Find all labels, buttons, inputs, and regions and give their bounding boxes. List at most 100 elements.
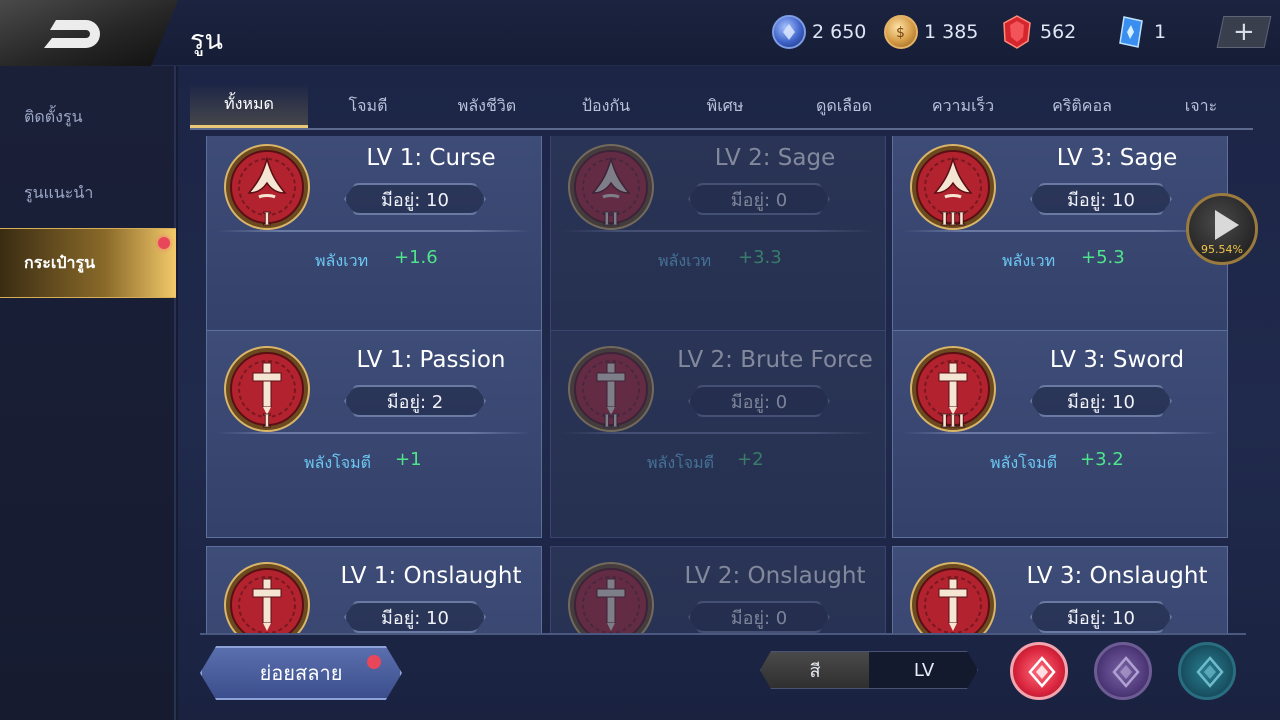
tier-numeral: II — [603, 411, 620, 432]
tab-attack[interactable]: โจมตี — [309, 84, 427, 128]
curse-rune-icon: I — [223, 143, 311, 231]
play-icon — [1215, 210, 1239, 240]
rune-card[interactable]: LV 3: Onslaught มีอยู่: 10 — [892, 546, 1228, 634]
tab-defense[interactable]: ป้องกัน — [547, 84, 665, 128]
divider — [561, 432, 875, 434]
sidebar-item-recommended-runes[interactable]: รูนแนะนำ — [0, 158, 176, 228]
tier-numeral: I — [263, 209, 271, 230]
stat-value: +1 — [395, 449, 422, 470]
stat-value: +2 — [737, 449, 764, 470]
play-button[interactable]: 95.54% — [1186, 193, 1258, 265]
tab-speed[interactable]: ความเร็ว — [904, 84, 1022, 128]
currency-blue-card: 1 — [1114, 14, 1166, 50]
stat-name: พลังโจมตี — [304, 453, 372, 472]
add-currency-button[interactable]: + — [1216, 16, 1272, 48]
green-rune-filter[interactable] — [1178, 642, 1236, 700]
rune-title: LV 1: Onslaught — [340, 563, 522, 589]
currency-value: 562 — [1040, 21, 1077, 43]
dismantle-label: ย่อยสลาย — [259, 661, 343, 685]
tab-label: ดูดเลือด — [815, 95, 873, 115]
sword-rune-icon — [909, 561, 997, 634]
stat-value: +3.3 — [738, 247, 782, 268]
coupon-icon — [772, 15, 806, 49]
plus-icon: + — [1233, 17, 1255, 47]
rune-quantity: มีอยู่: 10 — [1030, 601, 1172, 633]
rune-quantity: มีอยู่: 0 — [688, 385, 830, 417]
tab-label: พิเศษ — [706, 95, 744, 115]
currency-value: 1 385 — [924, 21, 979, 43]
tier-numeral: I — [263, 411, 271, 432]
tab-label: เจาะ — [1184, 95, 1218, 115]
divider — [561, 230, 875, 232]
gold-coin-icon: $ — [884, 15, 918, 49]
sidebar-item-label: กระเป๋ารูน — [24, 252, 96, 272]
card-icon — [1114, 15, 1148, 49]
red-gem-icon — [1000, 15, 1034, 49]
rune-card[interactable]: LV 1: Onslaught มีอยู่: 10 — [206, 546, 542, 634]
sort-toggle: สี LV — [760, 651, 978, 689]
rune-card[interactable]: III LV 3: Sword มีอยู่: 10 พลังโจมตี +3.… — [892, 330, 1228, 538]
tab-label: ความเร็ว — [931, 95, 995, 115]
tier-numeral: III — [940, 209, 965, 230]
back-icon — [44, 20, 100, 48]
sword-rune-icon: II — [567, 345, 655, 433]
rune-card[interactable]: III LV 3: Sage มีอยู่: 10 พลังเวท +5.3 — [892, 136, 1228, 336]
tab-hp[interactable]: พลังชีวิต — [428, 84, 546, 128]
progress-percent: 95.54% — [1201, 243, 1243, 256]
stat-name: พลังเวท — [315, 251, 369, 270]
top-bar: รูน 2 650 $ 1 385 562 1 + — [0, 0, 1280, 70]
notification-dot — [158, 237, 170, 249]
red-rune-filter[interactable] — [1010, 642, 1068, 700]
tab-label: ทั้งหมด — [224, 94, 274, 113]
tab-label: ป้องกัน — [581, 95, 631, 115]
sidebar: ติดตั้งรูน รูนแนะนำ กระเป๋ารูน — [0, 66, 176, 720]
sidebar-item-label: ติดตั้งรูน — [24, 106, 83, 126]
sort-by-level[interactable]: LV — [870, 652, 978, 688]
stat-value: +3.2 — [1080, 449, 1124, 470]
tier-numeral: II — [603, 209, 620, 230]
tab-lifesteal[interactable]: ดูดเลือด — [785, 84, 903, 128]
rune-quantity: มีอยู่: 10 — [344, 601, 486, 633]
rune-card[interactable]: LV 2: Onslaught มีอยู่: 0 — [550, 546, 886, 634]
sort-by-color[interactable]: สี — [761, 652, 869, 688]
sword-rune-icon — [567, 561, 655, 634]
sword-rune-icon: III — [909, 345, 997, 433]
rune-card[interactable]: I LV 1: Curse มีอยู่: 10 พลังเวท +1.6 — [206, 136, 542, 336]
rune-title: LV 2: Brute Force — [677, 347, 873, 373]
rune-quantity: มีอยู่: 0 — [688, 183, 830, 215]
divider — [217, 230, 531, 232]
rune-card[interactable]: II LV 2: Sage มีอยู่: 0 พลังเวท +3.3 — [550, 136, 886, 336]
tab-all[interactable]: ทั้งหมด — [190, 84, 308, 128]
tab-label: โจมตี — [348, 95, 388, 115]
curse-rune-icon: II — [567, 143, 655, 231]
back-button[interactable] — [0, 0, 178, 70]
sword-rune-icon: I — [223, 345, 311, 433]
rune-title: LV 1: Passion — [356, 347, 506, 373]
sidebar-item-rune-bag[interactable]: กระเป๋ารูน — [0, 228, 176, 298]
purple-rune-filter[interactable] — [1094, 642, 1152, 700]
rune-card[interactable]: I LV 1: Passion มีอยู่: 2 พลังโจมตี +1 — [206, 330, 542, 538]
tab-penetration[interactable]: เจาะ — [1142, 84, 1260, 128]
rune-quantity: มีอยู่: 10 — [344, 183, 486, 215]
currency-red-gem: 562 — [1000, 14, 1076, 50]
rune-grid: I LV 1: Curse มีอยู่: 10 พลังเวท +1.6 II… — [200, 136, 1246, 634]
divider — [200, 633, 1246, 635]
divider — [217, 432, 531, 434]
dismantle-button[interactable]: ย่อยสลาย — [200, 646, 402, 700]
rune-diamond-icon — [1028, 656, 1056, 688]
svg-text:$: $ — [896, 25, 905, 41]
currency-value: 2 650 — [812, 21, 867, 43]
tab-special[interactable]: พิเศษ — [666, 84, 784, 128]
tab-critical[interactable]: คริติคอล — [1023, 84, 1141, 128]
tab-label: คริติคอล — [1052, 95, 1112, 115]
sword-rune-icon — [223, 561, 311, 634]
sidebar-item-install-runes[interactable]: ติดตั้งรูน — [0, 82, 176, 152]
tab-label: พลังชีวิต — [457, 95, 517, 115]
rune-title: LV 2: Onslaught — [684, 563, 866, 589]
rune-diamond-icon — [1112, 656, 1140, 688]
rune-quantity: มีอยู่: 0 — [688, 601, 830, 633]
rune-card[interactable]: II LV 2: Brute Force มีอยู่: 0 พลังโจมตี… — [550, 330, 886, 538]
rune-quantity: มีอยู่: 10 — [1030, 385, 1172, 417]
divider — [903, 230, 1217, 232]
stat-name: พลังโจมตี — [647, 453, 715, 472]
